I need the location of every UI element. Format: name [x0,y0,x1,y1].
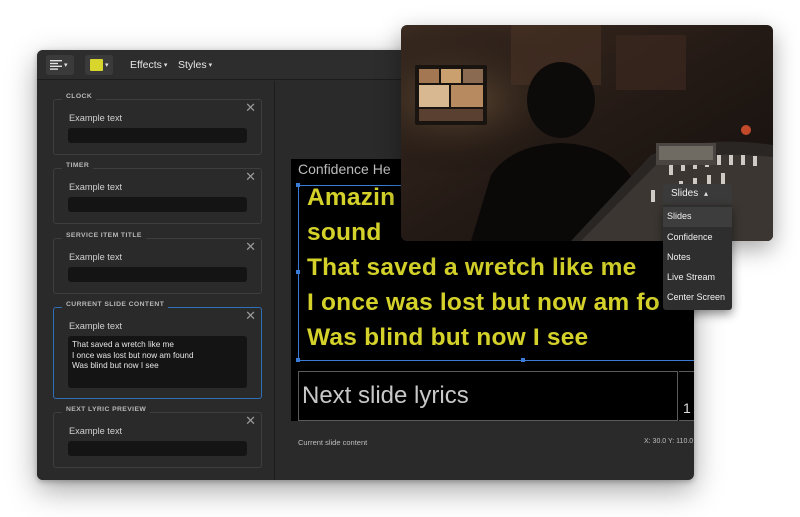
lyric-line: That saved a wretch like me [307,254,637,281]
chevron-down-icon: ▾ [64,62,68,69]
dropdown-menu: Slides Confidence Notes Live Stream Cent… [663,205,732,310]
section-service-item-title[interactable]: SERVICE ITEM TITLE ✕ Example text [53,232,262,294]
text-field[interactable] [68,128,247,143]
example-text: Example text [69,182,123,192]
close-icon[interactable]: ✕ [245,240,256,253]
menu-item-notes[interactable]: Notes [663,248,732,268]
text-color-dropdown[interactable]: ▾ [85,55,113,75]
status-selection-label: Current slide content [298,438,368,447]
resize-handle[interactable] [296,270,300,274]
text-field[interactable] [68,197,247,212]
slide-counter-box: 1 [679,371,694,421]
text-field[interactable] [68,267,247,282]
content-line: Was blind but now I see [72,361,159,370]
resize-handle[interactable] [296,358,300,362]
section-title: CURRENT SLIDE CONTENT [62,301,169,308]
content-line: I once was lost but now am found [72,350,194,360]
lyric-line: sound [307,219,382,246]
section-timer[interactable]: TIMER ✕ Example text [53,162,262,224]
align-left-icon [50,60,62,70]
menu-item-slides[interactable]: Slides [663,207,732,227]
menu-item-confidence[interactable]: Confidence [663,228,732,248]
close-icon[interactable]: ✕ [245,170,256,183]
lyric-line: I once was lost but now am fo [307,289,660,316]
chevron-up-icon: ▴ [704,189,709,198]
chevron-down-icon: ▾ [208,62,213,69]
styles-label: Styles [178,59,207,71]
example-text: Example text [69,252,123,262]
slide-content-textarea[interactable]: That saved a wretch like me I once was l… [68,336,247,388]
lyric-line: Amazin [307,184,396,211]
dropdown-selected-label: Slides [671,188,699,199]
screen-select-dropdown[interactable]: Slides ▴ [663,184,732,204]
close-icon[interactable]: ✕ [245,309,256,322]
close-icon[interactable]: ✕ [245,101,256,114]
section-clock[interactable]: CLOCK ✕ Example text [53,93,262,155]
next-slide-box[interactable]: Next slide lyrics [298,371,678,421]
resize-handle[interactable] [296,183,300,187]
menu-item-live-stream[interactable]: Live Stream [663,268,732,288]
text-align-dropdown[interactable]: ▾ [46,55,74,75]
slide-counter: 1 [683,400,691,416]
chevron-down-icon: ▾ [163,62,168,69]
color-swatch [90,59,103,71]
example-text: Example text [69,426,123,436]
chevron-down-icon: ▾ [105,62,109,69]
example-text: Example text [69,113,123,123]
next-slide-text: Next slide lyrics [302,382,469,409]
resize-handle[interactable] [521,358,525,362]
section-title: TIMER [62,162,94,169]
status-coordinates: X: 30.0 Y: 110.0 [644,438,694,445]
section-title: NEXT LYRIC PREVIEW [62,406,151,413]
menu-item-center-screen[interactable]: Center Screen [663,288,732,308]
styles-menu-button[interactable]: Styles ▾ [178,55,212,75]
effects-label: Effects [130,59,162,71]
section-title: SERVICE ITEM TITLE [62,232,146,239]
confidence-header: Confidence He [298,161,391,177]
content-line: That saved a wretch like me [72,340,174,349]
section-next-lyric-preview[interactable]: NEXT LYRIC PREVIEW ✕ Example text [53,406,262,468]
text-field[interactable] [68,441,247,456]
section-current-slide-content[interactable]: CURRENT SLIDE CONTENT ✕ Example text Tha… [53,301,262,399]
close-icon[interactable]: ✕ [245,414,256,427]
text-elements-panel: CLOCK ✕ Example text TIMER ✕ Example tex… [37,81,275,480]
example-text: Example text [69,321,123,331]
lyric-line: Was blind but now I see [307,324,589,351]
section-title: CLOCK [62,93,97,100]
effects-menu-button[interactable]: Effects ▾ [130,55,167,75]
